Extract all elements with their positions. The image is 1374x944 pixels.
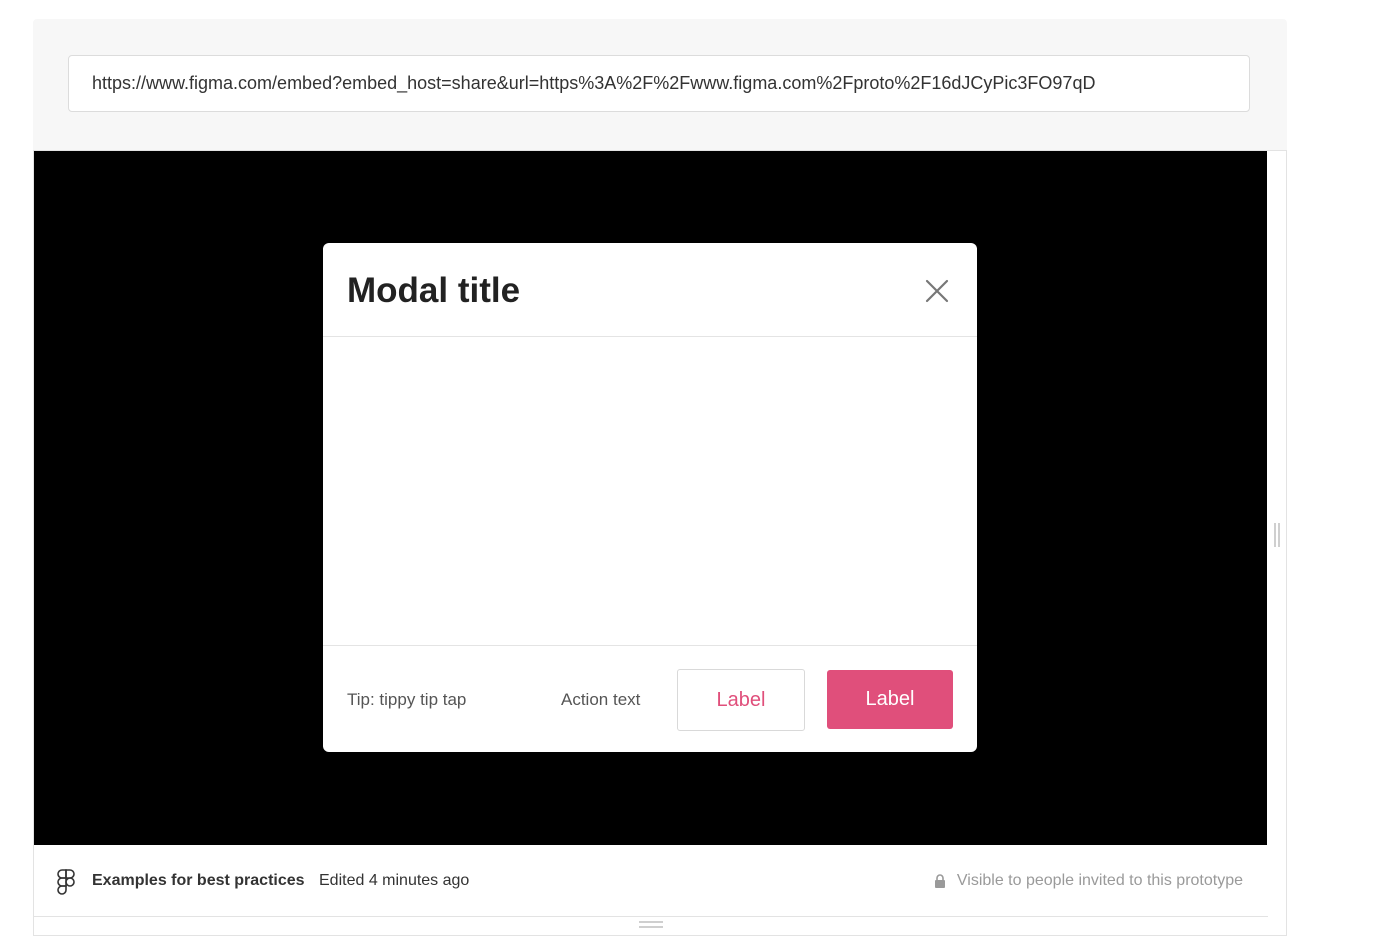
lock-icon bbox=[934, 874, 945, 888]
figma-logo-icon bbox=[57, 869, 75, 895]
close-button[interactable] bbox=[923, 277, 951, 305]
embed-footer: Examples for best practices Edited 4 min… bbox=[34, 845, 1267, 916]
modal-header: Modal title bbox=[323, 243, 977, 337]
tip-text: Tip: tippy tip tap bbox=[347, 690, 467, 709]
visibility-text: Visible to people invited to this protot… bbox=[956, 872, 1243, 889]
modal-dialog: Modal title Tip: tippy tip tap Action te… bbox=[323, 243, 977, 752]
action-text-link[interactable]: Action text bbox=[561, 690, 640, 710]
edited-timestamp: Edited 4 minutes ago bbox=[319, 872, 470, 889]
modal-footer: Tip: tippy tip tap Action text Label Lab… bbox=[323, 645, 977, 752]
visibility-status: Visible to people invited to this protot… bbox=[934, 872, 1243, 890]
embed-url-input[interactable] bbox=[68, 55, 1250, 112]
resize-handle-right[interactable] bbox=[1274, 523, 1280, 547]
modal-title: Modal title bbox=[347, 271, 521, 310]
secondary-button[interactable]: Label bbox=[677, 669, 805, 731]
close-icon bbox=[925, 279, 949, 303]
file-name[interactable]: Examples for best practices bbox=[92, 872, 305, 890]
resize-handle-bottom[interactable] bbox=[639, 921, 663, 928]
primary-button[interactable]: Label bbox=[827, 670, 953, 729]
footer-divider bbox=[34, 916, 1268, 917]
